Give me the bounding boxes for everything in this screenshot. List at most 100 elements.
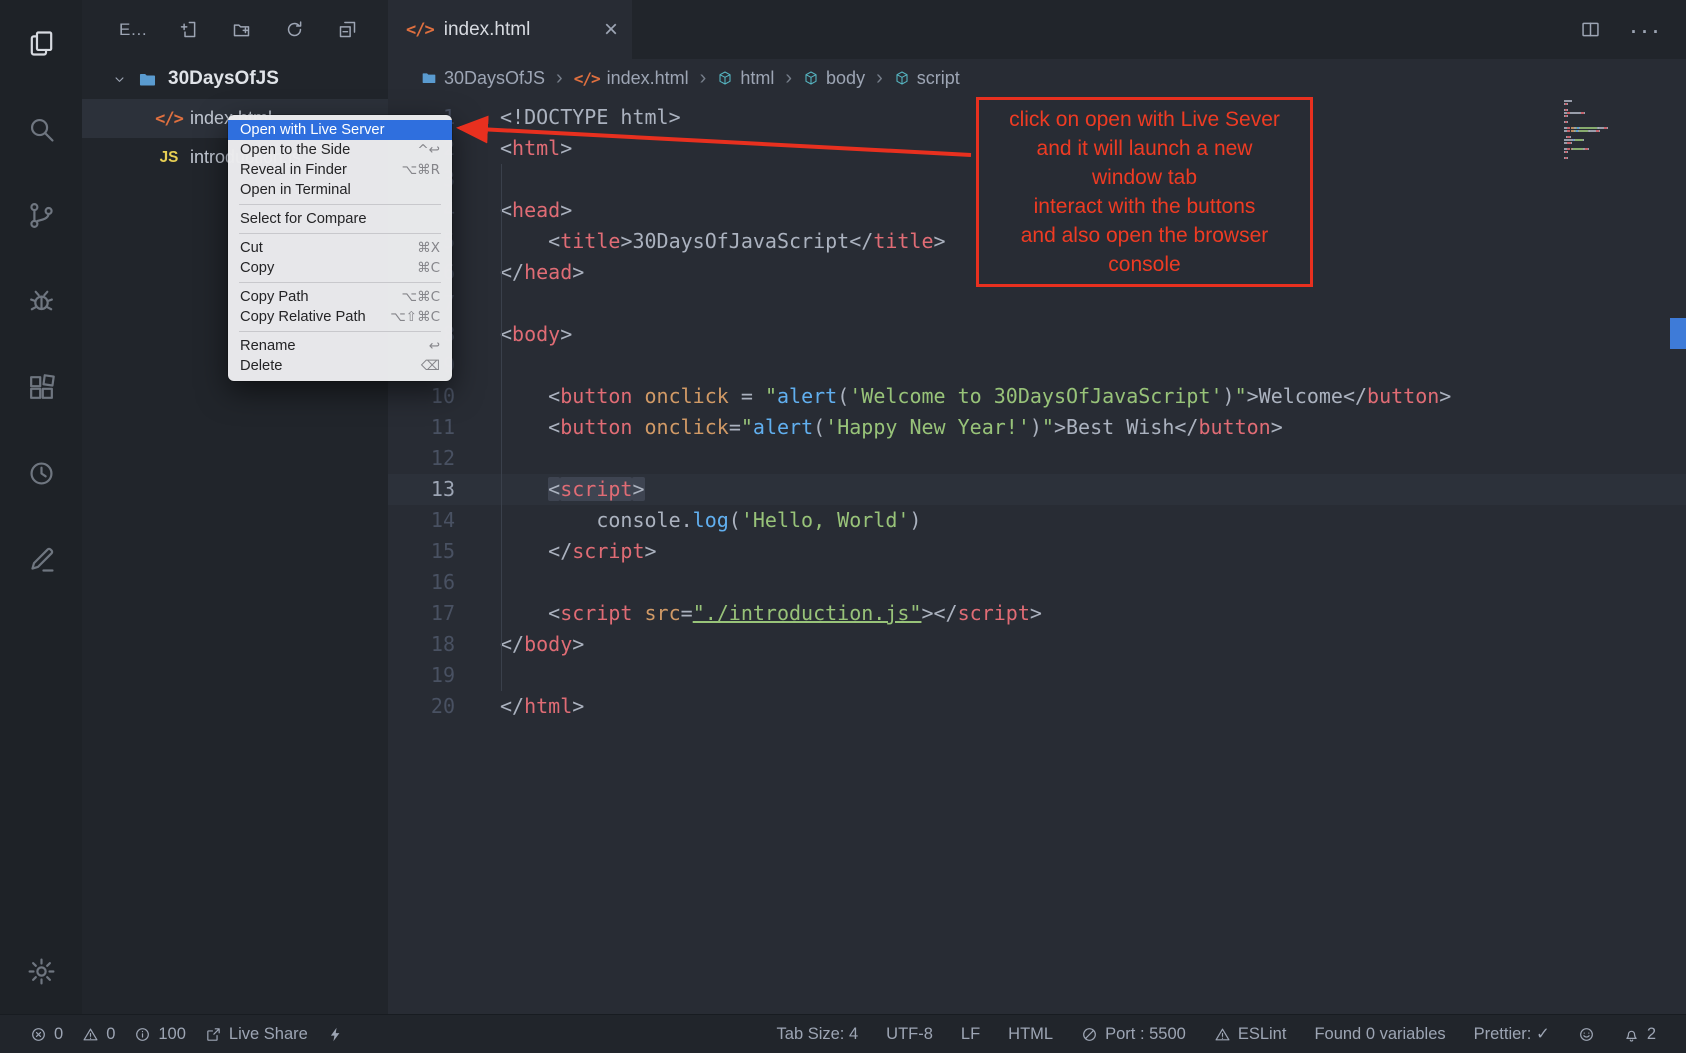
menu-item-delete[interactable]: Delete⌫	[228, 356, 452, 376]
status-live-share[interactable]: Live Share	[205, 1025, 308, 1044]
minimap[interactable]	[1564, 100, 1664, 160]
explorer-icon[interactable]	[0, 0, 82, 86]
error-icon	[30, 1026, 47, 1043]
code-line-9[interactable]: 9	[388, 350, 1686, 381]
status-100[interactable]: 100	[134, 1025, 186, 1044]
code-line-13[interactable]: 13 <script>	[388, 474, 1686, 505]
code-line-19[interactable]: 19	[388, 660, 1686, 691]
line-content: console.log('Hello, World')	[500, 505, 921, 536]
port-icon	[1081, 1026, 1098, 1043]
breadcrumb-30daysofjs[interactable]: 30DaysOfJS	[421, 68, 545, 89]
status-0[interactable]: 0	[82, 1025, 115, 1044]
menu-item-open-with-live-server[interactable]: Open with Live Server	[228, 120, 452, 140]
code-line-18[interactable]: 18</body>	[388, 629, 1686, 660]
html-file-icon: </>	[158, 109, 180, 129]
status-found-0-variables[interactable]: Found 0 variables	[1314, 1025, 1445, 1044]
new-file-icon[interactable]	[178, 19, 199, 40]
collapse-all-icon[interactable]	[337, 19, 358, 40]
annotation-line: interact with the buttons	[981, 192, 1308, 221]
code-line-14[interactable]: 14 console.log('Hello, World')	[388, 505, 1686, 536]
menu-item-shortcut: ⌘C	[417, 260, 440, 276]
tab-close-icon[interactable]: ×	[604, 18, 618, 42]
code-line-15[interactable]: 15 </script>	[388, 536, 1686, 567]
folder-row-root[interactable]: 30DaysOfJS	[82, 59, 388, 99]
menu-item-open-to-the-side[interactable]: Open to the Side^↩	[228, 140, 452, 160]
status-utf-8[interactable]: UTF-8	[886, 1025, 933, 1044]
debug-icon[interactable]	[0, 258, 82, 344]
line-number: 16	[388, 567, 455, 598]
new-folder-icon[interactable]	[231, 19, 252, 40]
status-port-5500[interactable]: Port : 5500	[1081, 1025, 1186, 1044]
tab-index-html[interactable]: </> index.html ×	[388, 0, 632, 59]
menu-item-label: Copy Path	[240, 289, 390, 305]
code-line-11[interactable]: 11 <button onclick="alert('Happy New Yea…	[388, 412, 1686, 443]
status-bar: 00 100 Live Share Tab Size: 4 UTF-8 LF HTML Po…	[0, 1014, 1686, 1053]
menu-item-rename[interactable]: Rename↩	[228, 336, 452, 356]
status-lf[interactable]: LF	[961, 1025, 980, 1044]
line-number: 12	[388, 443, 455, 474]
explorer-header: E…	[82, 0, 388, 59]
edit-feedback-icon[interactable]	[0, 516, 82, 602]
search-icon[interactable]	[0, 86, 82, 172]
code-line-17[interactable]: 17 <script src="./introduction.js"></scr…	[388, 598, 1686, 629]
overview-ruler-marker	[1670, 318, 1686, 349]
menu-item-cut[interactable]: Cut⌘X	[228, 238, 452, 258]
code-line-12[interactable]: 12	[388, 443, 1686, 474]
history-icon[interactable]	[0, 430, 82, 516]
breadcrumb-html[interactable]: html	[717, 68, 774, 89]
status-0[interactable]: 0	[30, 1025, 63, 1044]
breadcrumb-separator-icon: ›	[700, 67, 707, 90]
symbol-cube-icon	[717, 70, 733, 86]
status-left: 00 100 Live Share	[30, 1025, 344, 1044]
chevron-down-icon	[112, 72, 127, 87]
tab-actions: ···	[1580, 0, 1686, 59]
status-smiley-icon[interactable]	[1578, 1026, 1595, 1043]
code-line-7[interactable]: 7	[388, 288, 1686, 319]
split-editor-icon[interactable]	[1580, 19, 1601, 40]
line-content: </script>	[500, 536, 657, 567]
menu-item-copy-relative-path[interactable]: Copy Relative Path ⌥⇧⌘C	[228, 307, 452, 327]
code-line-16[interactable]: 16	[388, 567, 1686, 598]
code-line-20[interactable]: 20</html>	[388, 691, 1686, 722]
status-prettier[interactable]: Prettier: ✓	[1474, 1024, 1550, 1044]
menu-item-select-for-compare[interactable]: Select for Compare	[228, 209, 452, 229]
menu-item-shortcut: ↩	[429, 338, 440, 354]
annotation-line: and also open the browser	[981, 221, 1308, 250]
indent-guide	[501, 164, 502, 691]
code-line-10[interactable]: 10 <button onclick = "alert('Welcome to …	[388, 381, 1686, 412]
menu-item-label: Select for Compare	[240, 211, 428, 227]
extensions-icon[interactable]	[0, 344, 82, 430]
menu-item-label: Reveal in Finder	[240, 162, 390, 178]
breadcrumb-body[interactable]: body	[803, 68, 865, 89]
explorer-toolbar	[178, 19, 358, 40]
source-control-icon[interactable]	[0, 172, 82, 258]
code-line-8[interactable]: 8<body>	[388, 319, 1686, 350]
menu-item-shortcut: ⌥⇧⌘C	[390, 309, 440, 325]
line-number: 11	[388, 412, 455, 443]
menu-item-copy[interactable]: Copy⌘C	[228, 258, 452, 278]
line-content: </head>	[500, 257, 584, 288]
annotation-box: click on open with Live Severand it will…	[976, 97, 1313, 287]
refresh-icon[interactable]	[284, 19, 305, 40]
menu-item-reveal-in-finder[interactable]: Reveal in Finder ⌥⌘R	[228, 160, 452, 180]
menu-item-shortcut: ⌫	[421, 358, 440, 374]
annotation-line: click on open with Live Sever	[981, 105, 1308, 134]
status-tab-size-4[interactable]: Tab Size: 4	[777, 1025, 859, 1044]
menu-item-copy-path[interactable]: Copy Path⌥⌘C	[228, 287, 452, 307]
settings-gear-icon[interactable]	[0, 928, 82, 1014]
breadcrumb-script[interactable]: script	[894, 68, 960, 89]
menu-item-label: Copy Relative Path	[240, 309, 378, 325]
menu-item-shortcut: ^↩	[417, 142, 440, 158]
status-2[interactable]: 2	[1623, 1025, 1656, 1044]
menu-item-shortcut: ⌥⌘R	[402, 162, 440, 178]
root-folder-label: 30DaysOfJS	[168, 68, 279, 90]
line-number: 20	[388, 691, 455, 722]
line-content: <body>	[500, 319, 572, 350]
annotation-line: window tab	[981, 163, 1308, 192]
status-lightning-icon[interactable]	[327, 1026, 344, 1043]
breadcrumb-separator-icon: ›	[785, 67, 792, 90]
status-html[interactable]: HTML	[1008, 1025, 1053, 1044]
status-eslint[interactable]: ESLint	[1214, 1025, 1287, 1044]
menu-item-open-in-terminal[interactable]: Open in Terminal	[228, 180, 452, 200]
breadcrumb-index-html[interactable]: </>index.html	[574, 68, 689, 89]
